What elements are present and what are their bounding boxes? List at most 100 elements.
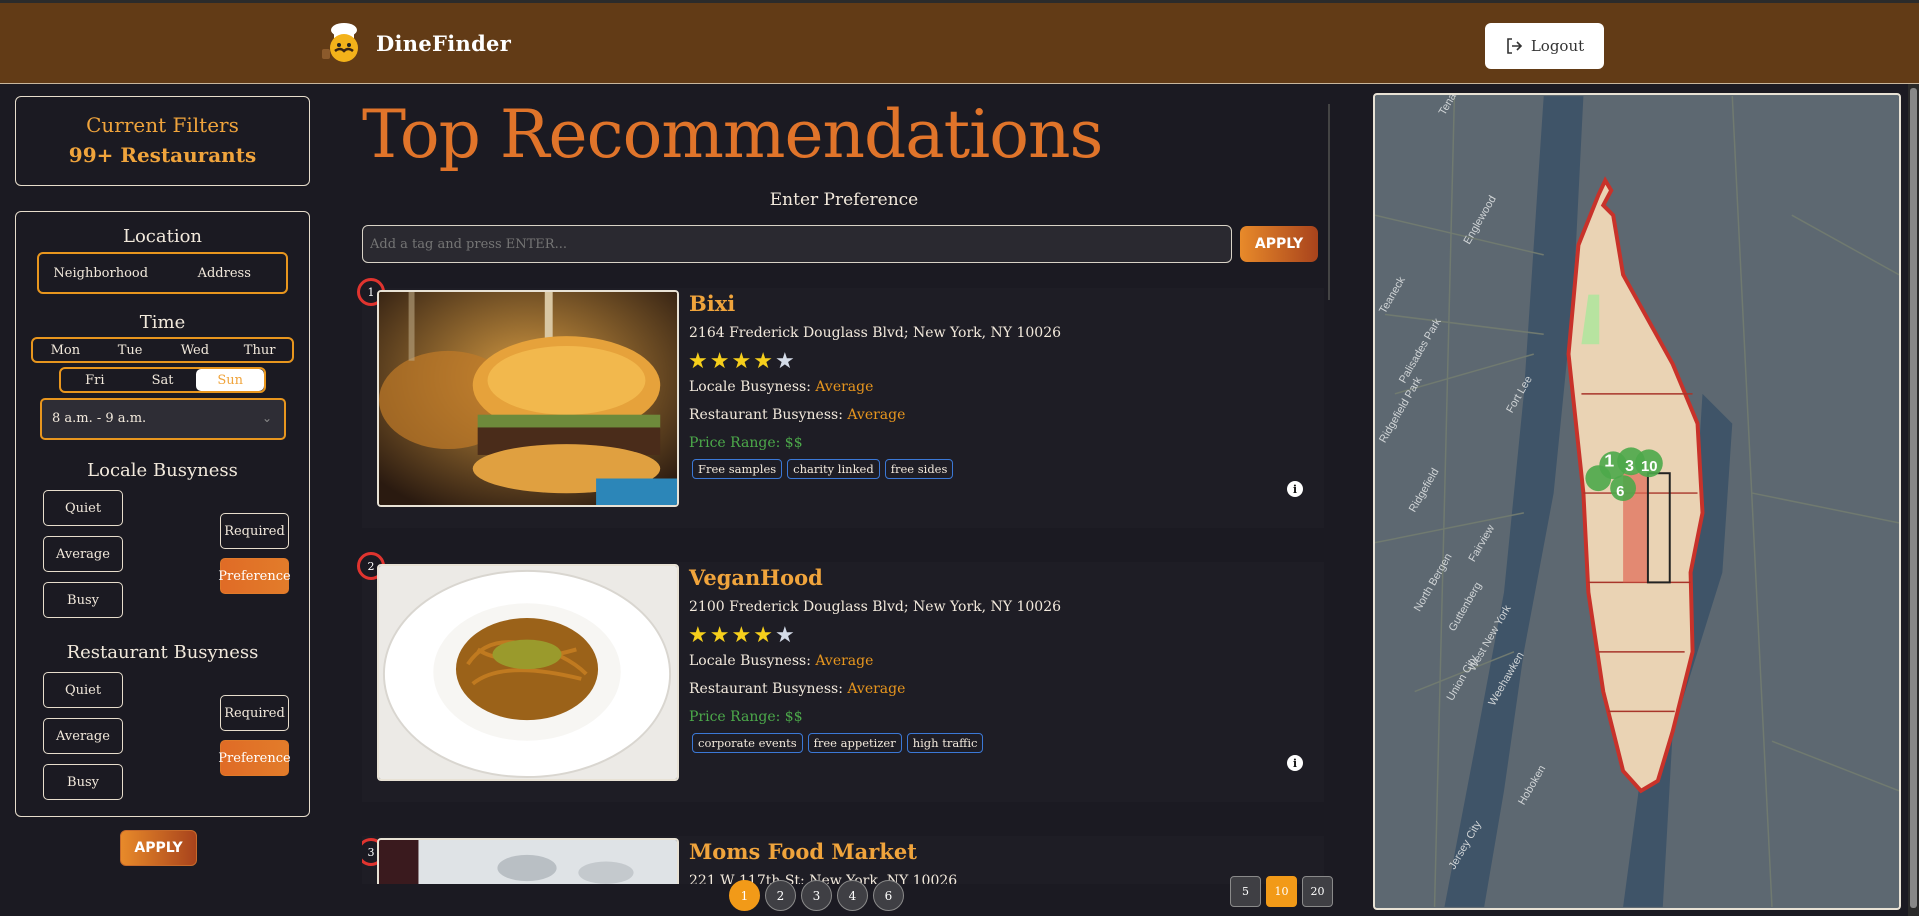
logout-button[interactable]: Logout: [1485, 23, 1604, 69]
restaurant-busyness: Restaurant Busyness: Average: [689, 407, 905, 423]
svg-text:6: 6: [1616, 484, 1624, 500]
locale-preference-button[interactable]: Preference: [218, 558, 291, 594]
locale-busyness: Locale Busyness: Average: [689, 379, 873, 395]
star-filled-icon: ★: [688, 349, 710, 374]
day-thur[interactable]: Thur: [227, 339, 292, 361]
locale-busyness-value: Average: [815, 379, 874, 395]
page-button[interactable]: 3: [801, 880, 832, 911]
tag: charity linked: [787, 459, 880, 479]
tag: free appetizer: [807, 733, 902, 753]
current-filters-title: Current Filters: [86, 113, 239, 137]
location-toggle: Neighborhood Address: [37, 252, 288, 294]
tag: high traffic: [906, 733, 984, 753]
svg-text:1: 1: [1604, 450, 1614, 470]
page-button[interactable]: 6: [873, 880, 904, 911]
restaurant-name[interactable]: VeganHood: [689, 565, 823, 590]
page-button[interactable]: 1: [729, 880, 760, 911]
star-filled-icon: ★: [753, 623, 775, 648]
brand-logo[interactable]: DineFinder: [320, 21, 511, 65]
current-filters-panel: Current Filters 99+ Restaurants: [15, 96, 310, 186]
restaurant-photo: [377, 564, 679, 781]
locale-quiet-button[interactable]: Quiet: [43, 490, 123, 526]
page-size-button[interactable]: 5: [1230, 876, 1261, 907]
restaurant-quiet-button[interactable]: Quiet: [43, 672, 123, 708]
restaurant-card[interactable]: 3 Moms Food Market 221 W 117th St; New Y…: [362, 836, 1324, 884]
restaurant-address: 2164 Frederick Douglass Blvd; New York, …: [689, 325, 1062, 341]
restaurant-photo: [377, 290, 679, 507]
star-empty-icon: ★: [774, 623, 797, 648]
rating-stars: ★★★★★: [688, 623, 797, 648]
restaurant-busyness-value: Average: [847, 407, 906, 423]
info-icon[interactable]: i: [1287, 755, 1303, 771]
brand-name: DineFinder: [376, 30, 512, 56]
time-slot-select[interactable]: 8 a.m. - 9 a.m. ⌄: [40, 398, 286, 440]
pagination: 1 2 3 4 6: [729, 880, 904, 911]
star-filled-icon: ★: [688, 623, 710, 648]
price-range: Price Range: $$: [689, 709, 803, 725]
page-size-button[interactable]: 10: [1266, 876, 1297, 907]
restaurant-map[interactable]: 1 3 10 6 Tenafly Englewood Teaneck Fort …: [1373, 93, 1901, 910]
page-size-selector: 5 10 20: [1230, 876, 1333, 907]
day-sun[interactable]: Sun: [196, 369, 265, 391]
tag: Free samples: [692, 459, 783, 479]
time-title: Time: [139, 312, 186, 333]
restaurant-required-button[interactable]: Required: [220, 695, 289, 731]
restaurant-busy-button[interactable]: Busy: [43, 764, 123, 800]
preference-apply-button[interactable]: APPLY: [1240, 226, 1318, 262]
svg-text:3: 3: [1625, 458, 1634, 475]
tag: free sides: [884, 459, 954, 479]
locale-busyness: Locale Busyness: Average: [689, 653, 873, 669]
locale-busyness-label: Locale Busyness:: [689, 653, 811, 669]
star-filled-icon: ★: [731, 623, 754, 648]
star-empty-icon: ★: [774, 349, 797, 374]
locale-average-button[interactable]: Average: [43, 536, 123, 572]
restaurant-card[interactable]: 1 Bixi 2164 Frederick Douglass Blvd; New…: [357, 278, 1324, 528]
day-tue[interactable]: Tue: [98, 339, 163, 361]
page-button[interactable]: 4: [837, 880, 868, 911]
price-range: Price Range: $$: [689, 435, 803, 451]
restaurant-preference-button[interactable]: Preference: [218, 740, 291, 776]
page-button[interactable]: 2: [765, 880, 796, 911]
preference-tag-input[interactable]: [362, 225, 1232, 263]
day-mon[interactable]: Mon: [33, 339, 98, 361]
restaurant-address: 2100 Frederick Douglass Blvd; New York, …: [689, 599, 1062, 615]
locale-busyness-label: Locale Busyness:: [689, 379, 811, 395]
time-slot-value: 8 a.m. - 9 a.m.: [52, 411, 147, 426]
restaurant-busyness-value: Average: [847, 681, 906, 697]
scrollbar-thumb[interactable]: [1910, 88, 1917, 908]
locale-busyness-title: Locale Busyness: [87, 460, 238, 481]
star-filled-icon: ★: [753, 349, 775, 374]
svg-text:10: 10: [1641, 459, 1658, 475]
restaurant-name[interactable]: Moms Food Market: [689, 839, 917, 864]
page-size-button[interactable]: 20: [1302, 876, 1333, 907]
restaurant-busyness-title: Restaurant Busyness: [66, 642, 259, 663]
restaurant-name[interactable]: Bixi: [689, 291, 735, 316]
locale-busy-button[interactable]: Busy: [43, 582, 123, 618]
tag-list: Free samples charity linked free sides: [692, 459, 954, 479]
location-title: Location: [122, 226, 203, 247]
preference-label: Enter Preference: [769, 190, 919, 210]
page-title: Top Recommendations: [362, 96, 1103, 173]
info-icon[interactable]: i: [1287, 481, 1303, 497]
locale-busyness-value: Average: [815, 653, 874, 669]
restaurant-average-button[interactable]: Average: [43, 718, 123, 754]
day-fri[interactable]: Fri: [61, 369, 129, 391]
tag: corporate events: [692, 733, 803, 753]
days-row-1: Mon Tue Wed Thur: [31, 337, 294, 363]
rating-stars: ★★★★★: [688, 349, 797, 374]
chef-mascot-icon: [322, 23, 358, 62]
location-neighborhood[interactable]: Neighborhood: [39, 254, 163, 292]
filter-options-panel: Location Neighborhood Address Time Mon T…: [15, 211, 310, 817]
restaurant-card[interactable]: 2 VeganHood 2100 Frederick Douglass Blvd…: [357, 552, 1324, 802]
restaurant-photo: [377, 838, 679, 884]
star-filled-icon: ★: [709, 623, 732, 648]
sidebar-apply-button[interactable]: APPLY: [120, 830, 197, 866]
days-row-2: Fri Sat Sun: [59, 367, 266, 393]
chevron-down-icon: ⌄: [261, 411, 272, 425]
location-address[interactable]: Address: [163, 254, 287, 292]
restaurant-busyness: Restaurant Busyness: Average: [689, 681, 905, 697]
day-wed[interactable]: Wed: [163, 339, 228, 361]
restaurant-busyness-label: Restaurant Busyness:: [689, 681, 843, 697]
locale-required-button[interactable]: Required: [220, 513, 289, 549]
day-sat[interactable]: Sat: [129, 369, 197, 391]
